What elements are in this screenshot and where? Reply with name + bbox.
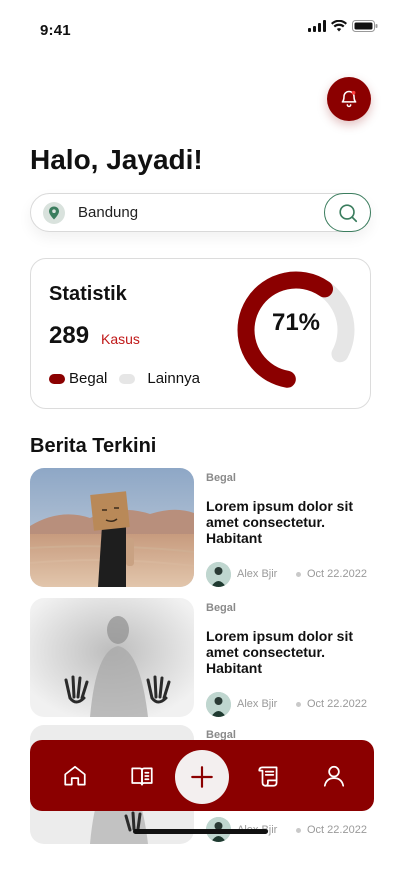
- case-count: 289: [49, 322, 90, 349]
- legend-label-lainnya: Lainnya: [147, 370, 200, 387]
- legend-label-begal: Begal: [69, 370, 108, 387]
- book-icon: [131, 767, 153, 786]
- news-category: Begal: [206, 602, 236, 614]
- news-author: Alex Bjir: [237, 568, 278, 580]
- news-headline[interactable]: Lorem ipsum dolor sit amet consectetur. …: [206, 498, 374, 546]
- add-report-button[interactable]: [175, 750, 229, 804]
- nav-library[interactable]: [127, 761, 157, 791]
- news-thumbnail: [30, 468, 194, 587]
- legend-swatch-begal: [49, 373, 65, 384]
- nav-reports[interactable]: [254, 761, 284, 791]
- home-indicator[interactable]: [133, 829, 268, 834]
- news-date: Oct 22.2022: [307, 698, 367, 710]
- news-item[interactable]: Begal Lorem ipsum dolor sit amet consect…: [30, 598, 375, 718]
- meta-separator-dot: [296, 702, 301, 707]
- battery-icon: [352, 20, 378, 32]
- news-headline[interactable]: Lorem ipsum dolor sit amet consectetur. …: [206, 628, 374, 676]
- legend-item-lainnya: Lainnya: [119, 370, 200, 387]
- legend-item-begal: Begal: [49, 370, 107, 387]
- nav-home[interactable]: [60, 761, 90, 791]
- statistics-title: Statistik: [49, 283, 127, 305]
- bottom-fade: [12, 843, 388, 879]
- user-icon: [323, 765, 345, 787]
- search-input[interactable]: Bandung: [78, 204, 138, 221]
- status-icons: [308, 20, 378, 32]
- meta-separator-dot: [296, 828, 301, 833]
- meta-separator-dot: [296, 572, 301, 577]
- wifi-icon: [331, 20, 347, 32]
- greeting-title: Halo, Jayadi!: [30, 144, 203, 175]
- legend-swatch-lainnya: [119, 373, 136, 384]
- donut-percent-label: 71%: [271, 309, 321, 336]
- plus-icon: [191, 766, 213, 788]
- news-category: Begal: [206, 472, 236, 484]
- chart-legend: Begal Lainnya: [49, 370, 212, 387]
- scroll-icon: [258, 766, 278, 787]
- bottom-navigation: [30, 740, 374, 811]
- news-author: Alex Bjir: [237, 698, 278, 710]
- case-unit-label: Kasus: [101, 331, 140, 347]
- home-icon: [64, 765, 86, 786]
- signal-icon: [308, 20, 326, 32]
- status-bar: 9:41: [0, 0, 400, 50]
- notification-button[interactable]: [327, 77, 371, 121]
- search-icon: [338, 203, 357, 222]
- news-item[interactable]: Begal Lorem ipsum dolor sit amet consect…: [30, 468, 375, 588]
- author-avatar: [206, 562, 231, 587]
- app-screen: 9:41 Halo, Jayadi! Bandung Statistik 289…: [0, 0, 400, 879]
- author-avatar: [206, 692, 231, 717]
- search-button[interactable]: [324, 193, 371, 232]
- news-date: Oct 22.2022: [307, 568, 367, 580]
- news-section-title: Berita Terkini: [30, 435, 157, 457]
- status-time: 9:41: [40, 22, 71, 39]
- location-search-bar[interactable]: Bandung: [30, 193, 371, 232]
- nav-profile[interactable]: [319, 761, 349, 791]
- news-thumbnail: [30, 598, 194, 717]
- statistics-card: Statistik 289 Kasus Begal Lainnya 71%: [30, 258, 371, 409]
- news-date: Oct 22.2022: [307, 824, 367, 836]
- map-pin-icon: [43, 202, 65, 224]
- bell-icon: [341, 90, 357, 108]
